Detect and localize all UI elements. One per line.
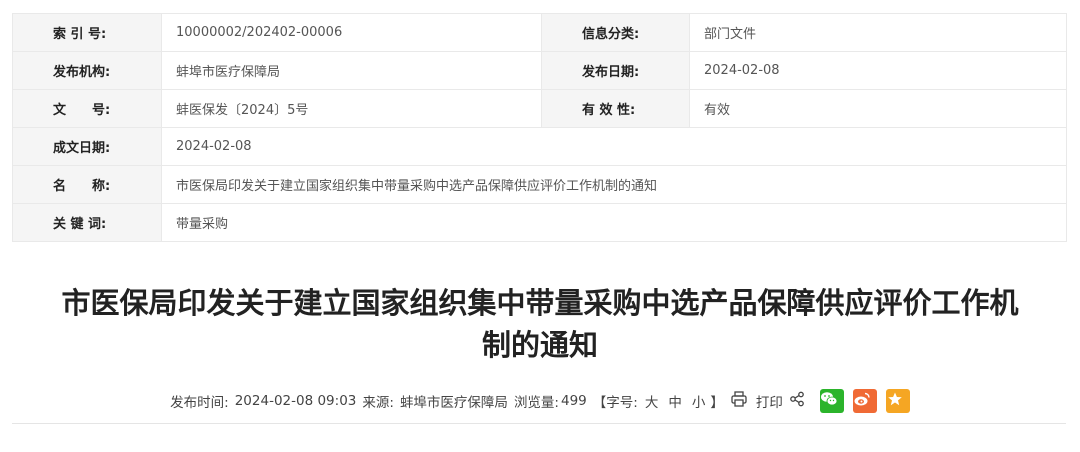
source-value: 蚌埠市医疗保障局: [399, 395, 508, 411]
font-size-medium-button[interactable]: 中: [668, 391, 682, 411]
info-row-written-date: 成文日期: 2024-02-08: [12, 127, 1067, 166]
article-title: 市医保局印发关于建立国家组织集中带量采购中选产品保障供应评价工作机 制的通知: [0, 282, 1080, 366]
article-title-line1: 市医保局印发关于建立国家组织集中带量采购中选产品保障供应评价工作机: [61, 286, 1019, 320]
views-count: 499: [561, 393, 587, 409]
validity-label: 有 效 性:: [541, 89, 690, 128]
keywords-label: 关 键 词:: [12, 203, 162, 242]
category-value: 部门文件: [689, 13, 1067, 52]
validity-value: 有效: [689, 89, 1067, 128]
index-number-label: 索 引 号:: [12, 13, 162, 52]
index-number-value: 10000002/202402-00006: [161, 13, 542, 52]
publish-time-label: 发布时间:: [170, 395, 229, 411]
weibo-share-button[interactable]: [852, 389, 877, 413]
document-number-label: 文 号:: [12, 89, 162, 128]
article-title-line2: 制的通知: [481, 328, 598, 362]
document-number-value: 蚌医保发〔2024〕5号: [161, 89, 542, 128]
star-icon: [887, 391, 903, 411]
name-label: 名 称:: [12, 165, 162, 204]
written-date-label: 成文日期:: [12, 127, 162, 166]
publish-date-value: 2024-02-08: [689, 51, 1067, 90]
publisher-label: 发布机构:: [12, 51, 162, 90]
share-icon[interactable]: [789, 391, 805, 411]
printer-icon: [730, 390, 750, 412]
info-row-keywords: 关 键 词: 带量采购: [12, 203, 1067, 242]
print-label: 打印: [755, 395, 783, 411]
info-row-index: 索 引 号: 10000002/202402-00006 信息分类: 部门文件: [12, 13, 1067, 52]
wechat-icon: [820, 391, 838, 411]
publish-time-value: 2024-02-08 09:03: [234, 393, 357, 409]
views-label: 浏览量:: [513, 395, 559, 411]
favorite-button[interactable]: [885, 389, 910, 413]
weibo-icon: [853, 391, 871, 411]
publish-date-label: 发布日期:: [541, 51, 690, 90]
font-size-close: 】: [710, 395, 724, 411]
print-button[interactable]: 打印: [730, 390, 783, 412]
category-label: 信息分类:: [541, 13, 690, 52]
info-row-name: 名 称: 市医保局印发关于建立国家组织集中带量采购中选产品保障供应评价工作机制的…: [12, 165, 1067, 204]
share-bar: [789, 389, 910, 413]
font-size-large-button[interactable]: 大: [645, 391, 659, 411]
font-size-open: 【字号:: [592, 395, 638, 411]
wechat-share-button[interactable]: [819, 389, 844, 413]
name-value: 市医保局印发关于建立国家组织集中带量采购中选产品保障供应评价工作机制的通知: [161, 165, 1067, 204]
font-size-small-button[interactable]: 小: [692, 391, 706, 411]
info-row-docnum: 文 号: 蚌医保发〔2024〕5号 有 效 性: 有效: [12, 89, 1067, 128]
publisher-value: 蚌埠市医疗保障局: [161, 51, 542, 90]
article-meta-bar: 发布时间: 2024-02-08 09:03 来源: 蚌埠市医疗保障局 浏览量:…: [0, 389, 1080, 413]
written-date-value: 2024-02-08: [161, 127, 1067, 166]
document-info-table: 索 引 号: 10000002/202402-00006 信息分类: 部门文件 …: [12, 13, 1067, 242]
info-row-publisher: 发布机构: 蚌埠市医疗保障局 发布日期: 2024-02-08: [12, 51, 1067, 90]
keywords-value: 带量采购: [161, 203, 1067, 242]
meta-divider: [12, 423, 1066, 424]
source-label: 来源:: [362, 395, 394, 411]
